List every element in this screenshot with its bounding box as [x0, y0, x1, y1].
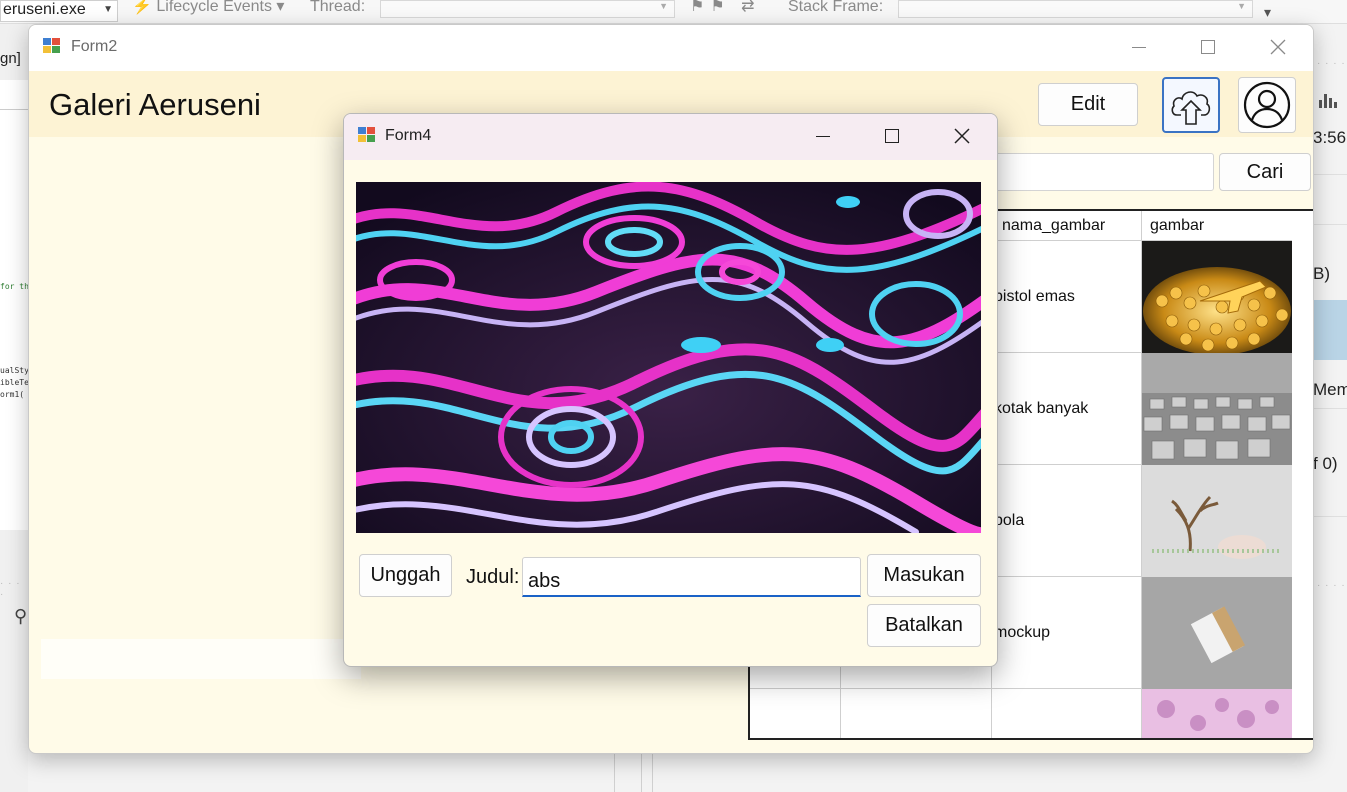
code-line: ibleTe	[0, 378, 28, 387]
search-button[interactable]: Cari	[1219, 153, 1311, 191]
selected-row[interactable]	[1313, 300, 1347, 360]
count-value: f 0)	[1313, 454, 1338, 473]
minimize-button[interactable]	[1116, 31, 1162, 63]
process-dropdown[interactable]: eruseni.exe ▼	[0, 0, 118, 22]
lifecycle-events-dropdown[interactable]: ⚡ Lifecycle Events ▾	[132, 0, 284, 16]
column-header-nama-gambar[interactable]: nama_gambar	[994, 211, 1141, 241]
upload-button[interactable]	[1162, 77, 1220, 133]
upload-image-button[interactable]: Unggah	[359, 554, 452, 597]
search-input[interactable]	[989, 153, 1214, 191]
memory-value: B)	[1313, 264, 1330, 283]
cell-nama-gambar: bola	[994, 512, 1025, 529]
title-bar[interactable]: Form2	[29, 25, 1313, 71]
divider	[1313, 516, 1347, 517]
maximize-button[interactable]	[1185, 31, 1231, 63]
grid-scrollbar[interactable]	[1292, 211, 1313, 738]
ide-debug-toolbar: eruseni.exe ▼ ⚡ Lifecycle Events ▾ Threa…	[0, 0, 1347, 24]
submit-button[interactable]: Masukan	[867, 554, 981, 597]
cell-nama-gambar: mockup	[994, 624, 1051, 641]
chevron-down-icon: ▼	[103, 4, 113, 15]
divider	[1313, 174, 1347, 175]
cell-nama-gambar: pistol emas	[994, 288, 1075, 305]
divider	[641, 752, 642, 792]
window-title: Form2	[71, 38, 118, 55]
thumbnail-image	[1142, 465, 1292, 577]
splitter-grip[interactable]: · · · ·	[0, 578, 28, 600]
user-icon	[1243, 81, 1291, 129]
edit-button[interactable]: Edit	[1038, 83, 1138, 126]
cancel-button[interactable]: Batalkan	[867, 604, 981, 647]
splitter-grip[interactable]: · · · ·	[1317, 58, 1346, 69]
app-icon	[43, 38, 62, 55]
status-strip	[41, 639, 361, 679]
table-row[interactable]	[750, 689, 1313, 738]
code-editor[interactable]: for th ualSty ibleTe orm1(	[0, 110, 28, 530]
close-button[interactable]	[1255, 31, 1301, 63]
thumbnail-image	[1142, 353, 1292, 465]
minimize-icon	[816, 135, 830, 137]
chevron-down-icon: ▼	[659, 1, 668, 11]
thread-dropdown[interactable]: ▼	[380, 0, 675, 18]
divider	[652, 752, 653, 792]
close-icon	[954, 128, 970, 144]
column-header-gambar[interactable]: gambar	[1142, 211, 1292, 241]
divider	[1313, 224, 1347, 225]
maximize-icon	[885, 129, 899, 143]
close-icon	[1270, 39, 1286, 55]
flag-icons[interactable]: ⚑⚑ ⇄	[690, 0, 761, 16]
cloud-upload-icon	[1171, 91, 1211, 125]
process-label: eruseni.exe	[3, 1, 86, 18]
splitter-grip[interactable]: · · · ·	[1317, 580, 1346, 591]
thumbnail-image	[1142, 689, 1292, 738]
stack-frame-dropdown[interactable]: ▼	[898, 0, 1253, 18]
code-line: ualSty	[0, 366, 28, 375]
designer-tab[interactable]: gn]	[0, 50, 21, 67]
overflow-menu-icon[interactable]: ▾	[1264, 4, 1271, 21]
page-title: Galeri Aeruseni	[49, 87, 261, 122]
divider	[1313, 408, 1347, 409]
chevron-down-icon: ▼	[1237, 1, 1246, 11]
window-title: Form4	[385, 127, 432, 144]
form4-dialog: Form4 Unggah Judul: abs Masukan Batalkan	[343, 113, 998, 667]
lifecycle-label: Lifecycle Events	[156, 0, 272, 15]
cell-nama-gambar: kotak banyak	[994, 400, 1089, 417]
code-line: orm1(	[0, 390, 25, 399]
chevron-down-icon: ▾	[271, 0, 285, 15]
elapsed-time: 3:56	[1313, 128, 1347, 147]
ide-diagnostics-panel: · · · · 3:56 B) Mem f 0) · · · ·	[1313, 24, 1347, 792]
thumbnail-image	[1142, 577, 1292, 689]
chart-icon[interactable]	[1319, 90, 1339, 108]
code-line: for th	[0, 282, 28, 291]
app-icon	[358, 127, 377, 144]
minimize-icon	[1132, 46, 1146, 48]
search-icon[interactable]: ⚲	[14, 606, 27, 627]
ide-lower-left: · · · · ⚲	[0, 550, 28, 792]
thread-label: Thread:	[310, 0, 366, 15]
title-label: Judul:	[466, 566, 520, 588]
editor-field[interactable]	[0, 80, 28, 110]
maximize-icon	[1201, 40, 1215, 54]
profile-button[interactable]	[1238, 77, 1296, 133]
lifecycle-icon: ⚡	[132, 0, 157, 15]
minimize-button[interactable]	[800, 120, 846, 152]
title-bar[interactable]: Form4	[344, 114, 997, 160]
maximize-button[interactable]	[869, 120, 915, 152]
stack-frame-label: Stack Frame:	[788, 0, 884, 15]
image-preview	[356, 182, 981, 533]
title-input[interactable]	[522, 557, 861, 597]
divider	[614, 752, 615, 792]
close-button[interactable]	[939, 120, 985, 152]
thumbnail-image	[1142, 241, 1292, 353]
memory-label: Mem	[1313, 380, 1347, 399]
